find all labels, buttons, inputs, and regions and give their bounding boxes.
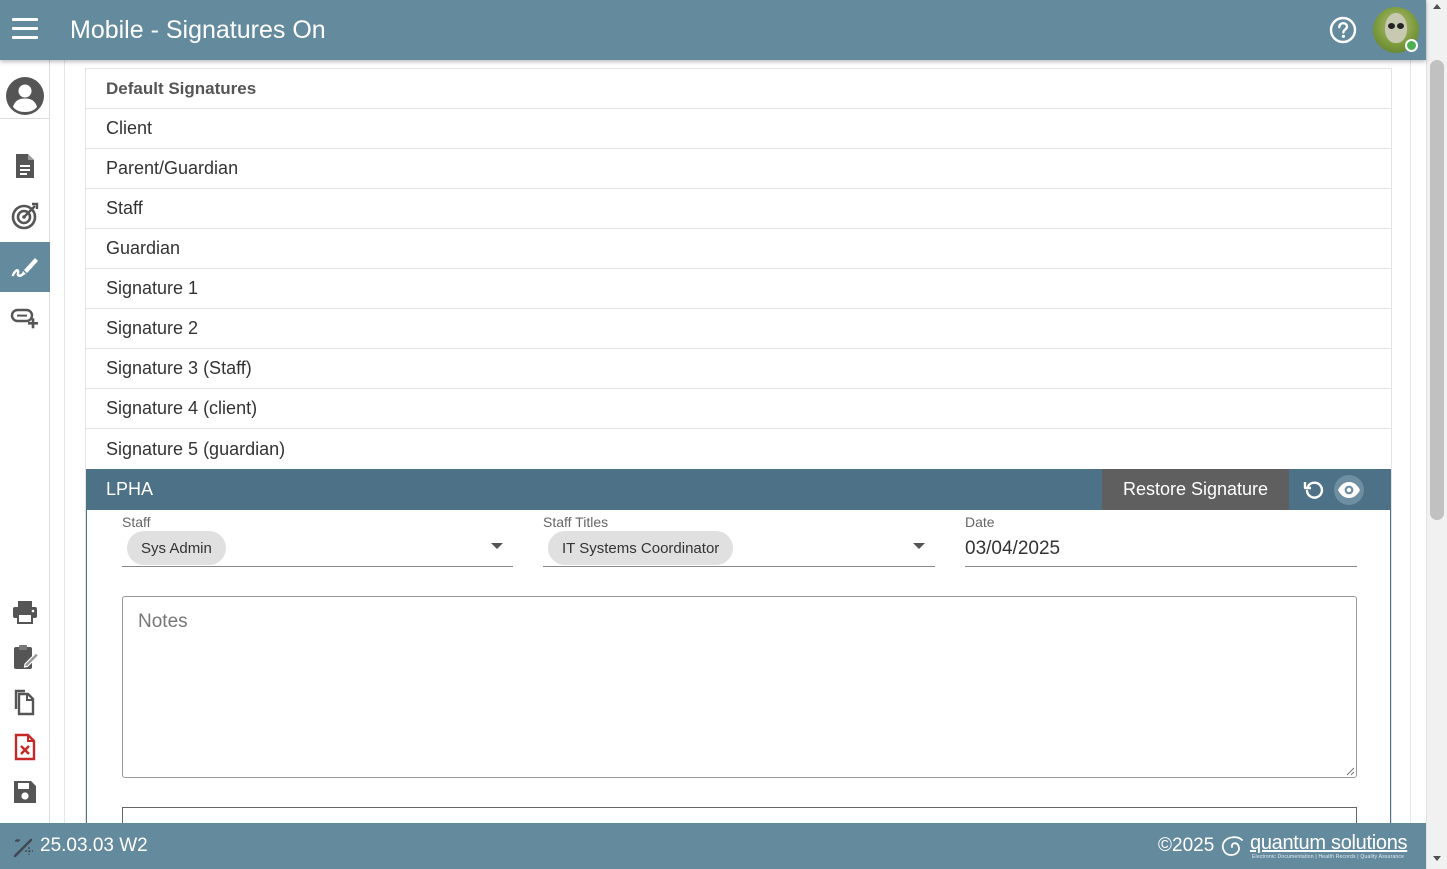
date-field[interactable]: Date 03/04/2025 bbox=[965, 510, 1357, 567]
printer-icon bbox=[13, 601, 37, 624]
staff-titles-label: Staff Titles bbox=[543, 514, 609, 530]
brand-tagline: Electronic Documentation | Health Record… bbox=[1252, 854, 1405, 860]
list-item-signature-5[interactable]: Signature 5 (guardian) bbox=[86, 429, 1391, 469]
sidebar bbox=[0, 60, 50, 823]
online-status-badge bbox=[1405, 39, 1418, 52]
copyright-label: ©2025 bbox=[1158, 835, 1215, 856]
default-signatures-panel: Default Signatures Client Parent/Guardia… bbox=[85, 68, 1392, 823]
signature-box[interactable] bbox=[122, 807, 1357, 823]
sidebar-item-print[interactable] bbox=[0, 590, 50, 634]
clipboard-edit-icon bbox=[14, 645, 39, 669]
panel-header: Default Signatures bbox=[86, 69, 1391, 109]
staff-chip[interactable]: Sys Admin bbox=[127, 531, 226, 565]
scroll-thumb[interactable] bbox=[1430, 60, 1444, 520]
scroll-down-arrow-icon[interactable] bbox=[1433, 856, 1441, 861]
eye-icon[interactable] bbox=[1334, 475, 1364, 505]
lpha-section-header[interactable]: LPHA Restore Signature bbox=[86, 469, 1391, 510]
document-icon bbox=[16, 154, 34, 178]
list-item-parent-guardian[interactable]: Parent/Guardian bbox=[86, 149, 1391, 189]
date-label: Date bbox=[965, 514, 995, 530]
lpha-form: Staff Sys Admin Staff Titles IT Systems … bbox=[86, 510, 1391, 823]
sidebar-item-profile[interactable] bbox=[0, 74, 50, 118]
sidebar-item-delete-document[interactable] bbox=[0, 725, 50, 769]
staff-titles-select[interactable]: Staff Titles IT Systems Coordinator bbox=[543, 510, 935, 567]
page-scrollbar[interactable] bbox=[1426, 0, 1447, 869]
floppy-save-icon bbox=[14, 781, 36, 803]
chevron-down-icon[interactable] bbox=[491, 543, 503, 549]
logo-swirl-icon bbox=[1221, 836, 1243, 856]
delete-document-icon bbox=[14, 733, 36, 761]
staff-titles-chip[interactable]: IT Systems Coordinator bbox=[548, 531, 734, 565]
list-item-signature-1[interactable]: Signature 1 bbox=[86, 269, 1391, 309]
list-item-guardian[interactable]: Guardian bbox=[86, 229, 1391, 269]
scroll-up-arrow-icon[interactable] bbox=[1433, 4, 1441, 9]
list-item-signature-3[interactable]: Signature 3 (Staff) bbox=[86, 349, 1391, 389]
add-link-icon bbox=[10, 308, 38, 329]
list-item-staff[interactable]: Staff bbox=[86, 189, 1391, 229]
signature-pen-icon bbox=[11, 258, 38, 277]
resize-grip-icon[interactable] bbox=[1345, 766, 1355, 776]
list-item-client[interactable]: Client bbox=[86, 109, 1391, 149]
hamburger-menu-icon[interactable] bbox=[12, 18, 38, 40]
date-value[interactable]: 03/04/2025 bbox=[965, 538, 1060, 560]
version-label: 25.03.03 W2 bbox=[40, 835, 148, 856]
sidebar-item-goals[interactable] bbox=[0, 194, 50, 238]
top-app-bar: Mobile - Signatures On bbox=[0, 0, 1426, 60]
brand-logo-text: quantum solutions bbox=[1250, 832, 1408, 854]
sidebar-item-add-link[interactable] bbox=[0, 297, 50, 341]
magic-wand-icon bbox=[13, 838, 33, 858]
restore-signature-button[interactable]: Restore Signature bbox=[1102, 469, 1289, 510]
sidebar-item-signatures[interactable] bbox=[0, 242, 50, 292]
notes-textarea[interactable] bbox=[122, 596, 1357, 778]
staff-label: Staff bbox=[122, 514, 151, 530]
staff-select[interactable]: Staff Sys Admin bbox=[122, 510, 513, 567]
list-item-signature-2[interactable]: Signature 2 bbox=[86, 309, 1391, 349]
chevron-down-icon[interactable] bbox=[913, 543, 925, 549]
main-content: Default Signatures Client Parent/Guardia… bbox=[64, 60, 1411, 823]
target-icon bbox=[11, 202, 39, 230]
sidebar-item-document[interactable] bbox=[0, 144, 50, 188]
account-circle-icon bbox=[6, 77, 44, 115]
page-title: Mobile - Signatures On bbox=[70, 16, 326, 44]
sidebar-item-save[interactable] bbox=[0, 770, 50, 814]
list-item-signature-4[interactable]: Signature 4 (client) bbox=[86, 389, 1391, 429]
footer-bar: 25.03.03 W2 ©2025 quantum solutions Elec… bbox=[0, 823, 1426, 869]
help-circle-icon[interactable] bbox=[1329, 16, 1357, 44]
sidebar-item-edit-clipboard[interactable] bbox=[0, 635, 50, 679]
sidebar-item-copy[interactable] bbox=[0, 680, 50, 724]
restore-icon[interactable] bbox=[1299, 475, 1329, 505]
lpha-title: LPHA bbox=[106, 479, 154, 499]
copy-document-icon bbox=[14, 689, 35, 716]
